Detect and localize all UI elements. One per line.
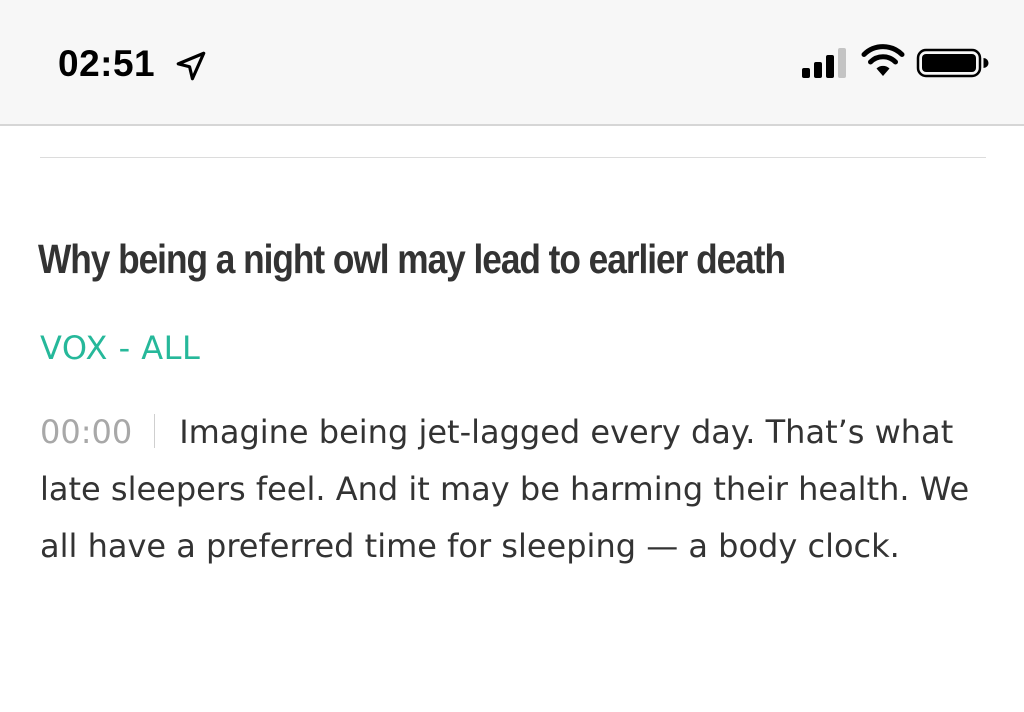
location-arrow-icon — [176, 51, 206, 81]
summary-text: Imagine being jet-lagged every day. That… — [40, 413, 970, 565]
content-divider — [40, 157, 986, 158]
article-timestamp: 00:00 — [40, 413, 133, 451]
timestamp-separator — [154, 414, 156, 448]
status-bar: 02:51 — [0, 0, 1024, 126]
wifi-icon — [861, 44, 905, 76]
source-link[interactable]: VOX - ALL — [40, 326, 200, 370]
cellular-signal-icon — [802, 48, 846, 78]
status-time: 02:51 — [58, 43, 156, 84]
battery-icon — [916, 48, 989, 78]
article-title[interactable]: Why being a night owl may lead to earlie… — [38, 230, 864, 288]
article-summary: 00:00 Imagine being jet-lagged every day.… — [40, 404, 980, 575]
